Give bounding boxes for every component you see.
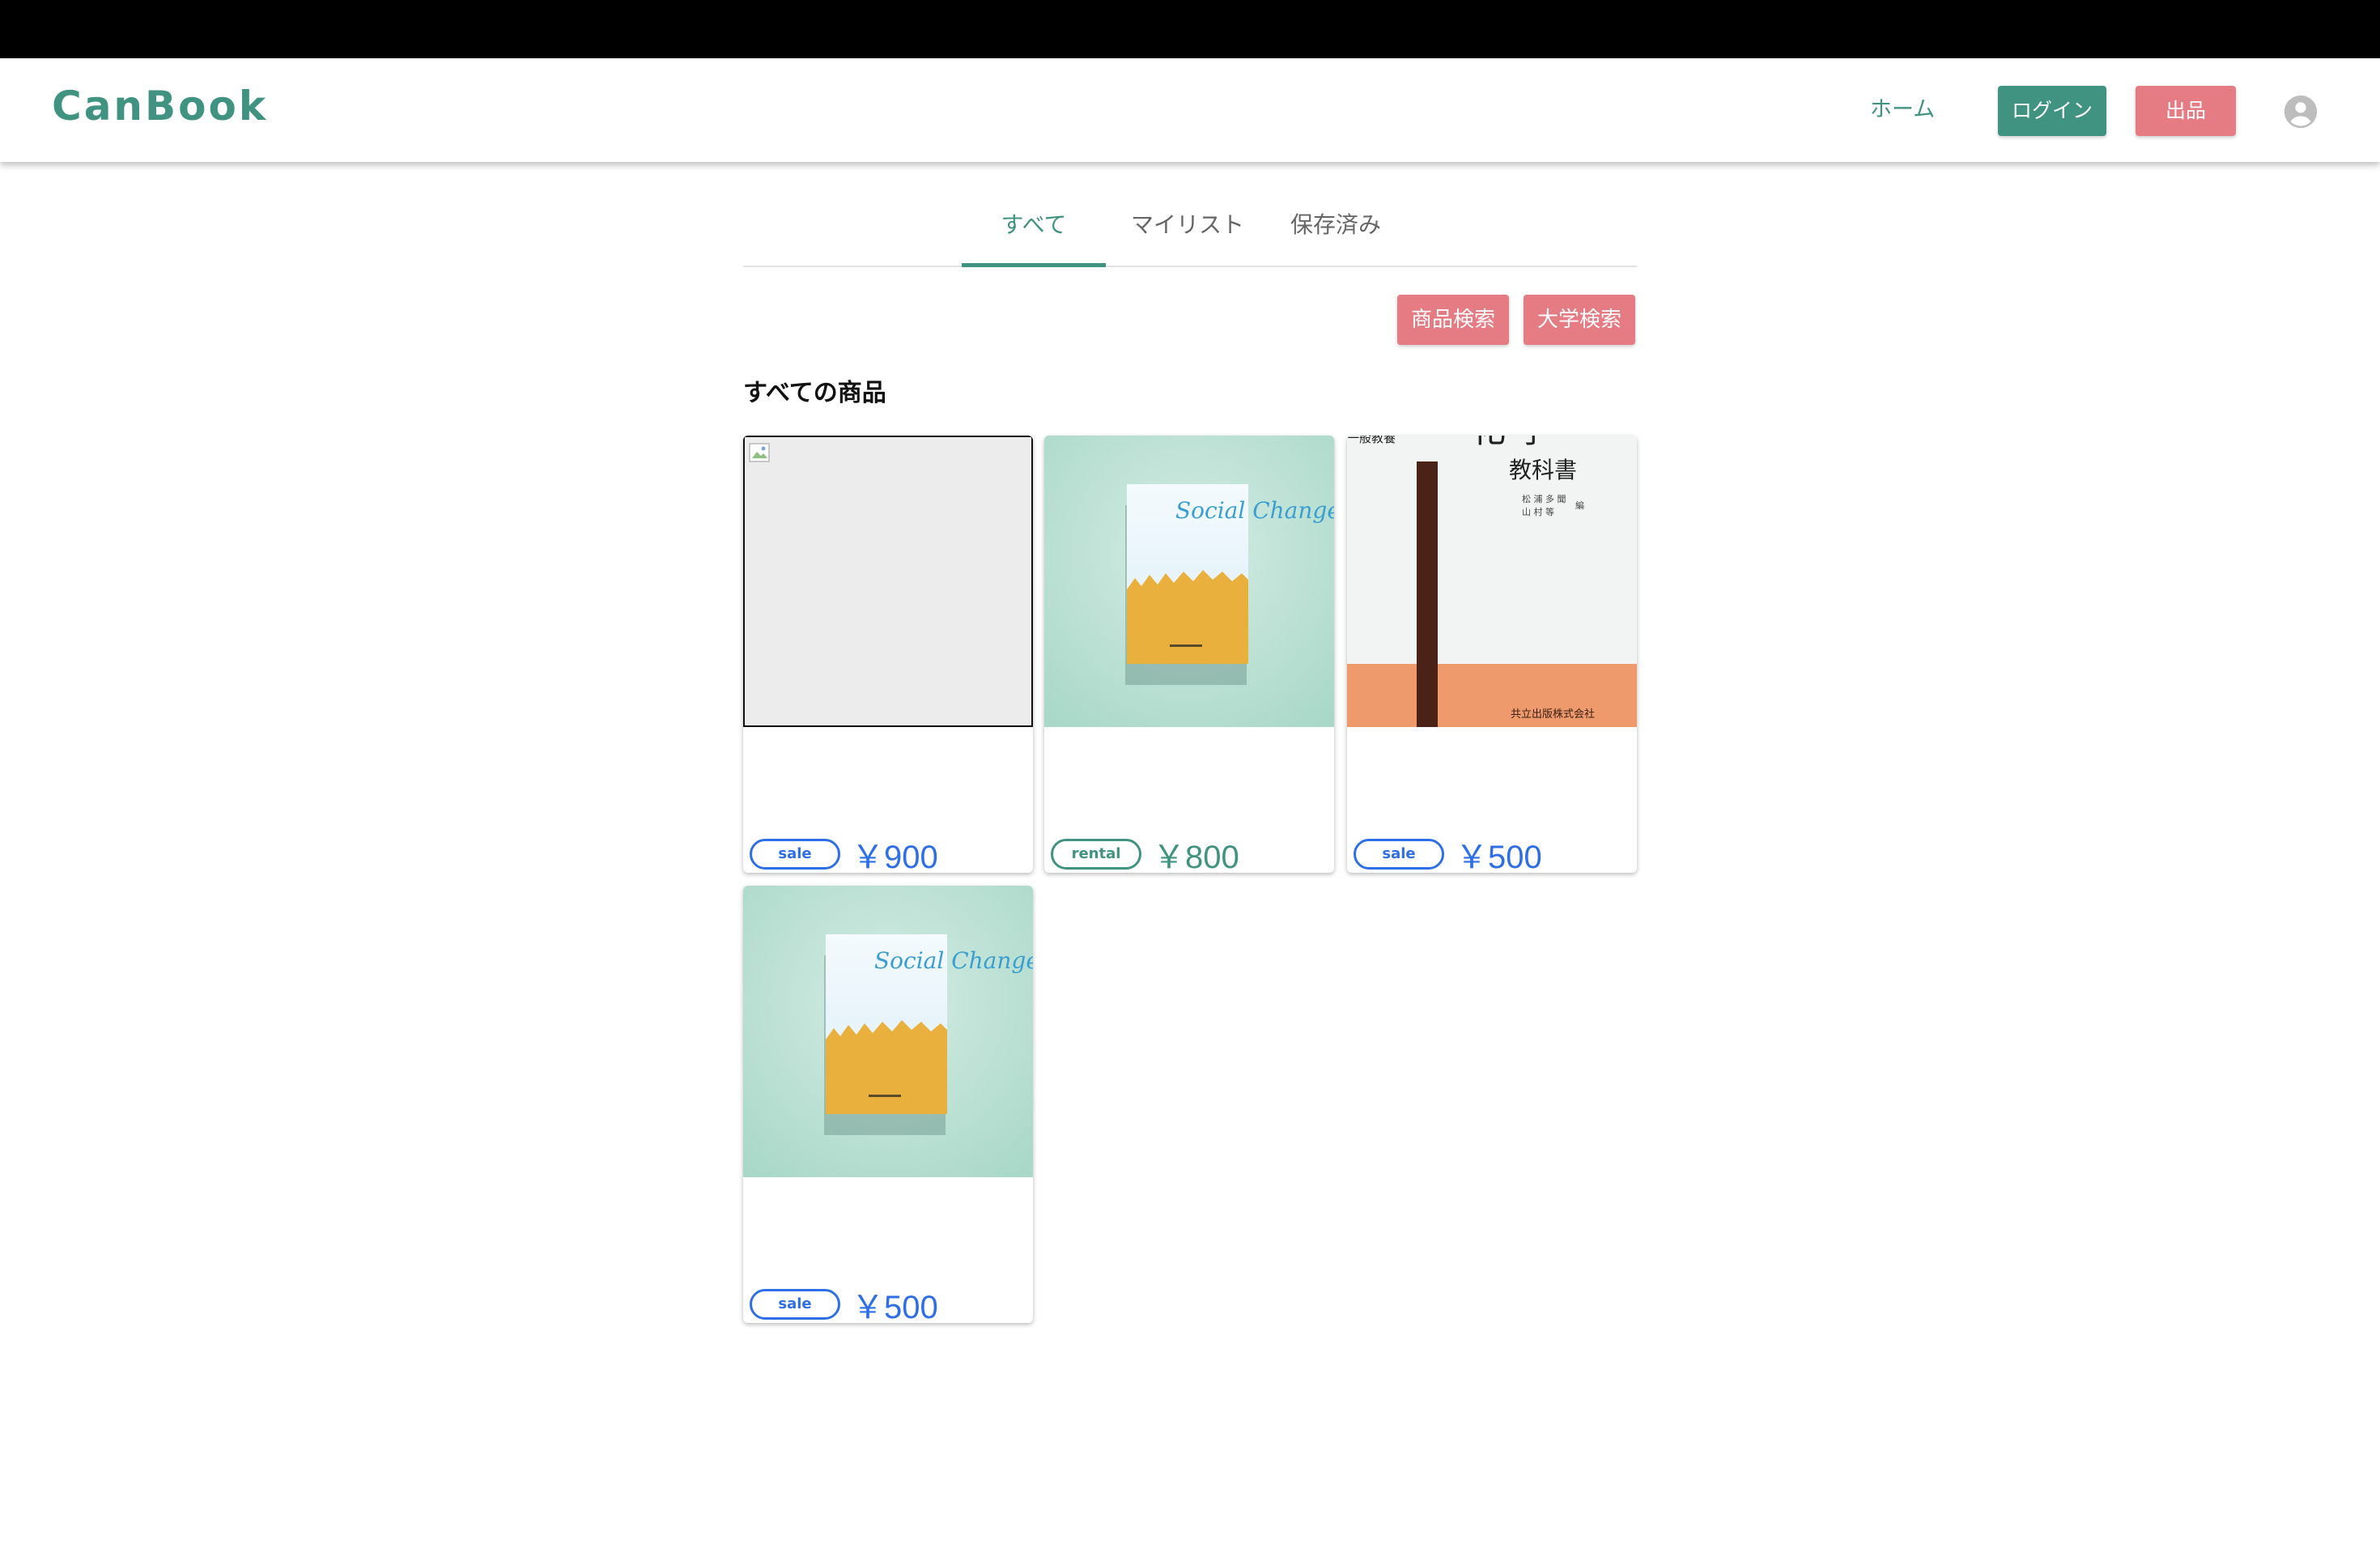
product-card[interactable]: Social Change sale ￥500 bbox=[743, 886, 1033, 1323]
price: ￥500 bbox=[1456, 840, 1542, 873]
sell-button[interactable]: 出品 bbox=[2136, 86, 2236, 136]
app-header: CanBook ホーム ログイン 出品 bbox=[0, 58, 2380, 162]
book-cover-title: Social Change bbox=[874, 947, 1033, 974]
book-title: 教科書 bbox=[1509, 457, 1577, 483]
product-card[interactable]: 一般教養 化 学 教科書 松 浦 多 聞 山 村 等 編 共立出版株式会社 sa… bbox=[1347, 436, 1637, 873]
tab-mylist[interactable]: マイリスト bbox=[1117, 194, 1258, 267]
book-author: 松 浦 多 聞 bbox=[1522, 493, 1566, 504]
book-publisher: 共立出版株式会社 bbox=[1511, 708, 1595, 721]
broken-image bbox=[743, 436, 1033, 727]
book-title-top: 化 学 bbox=[1472, 436, 1550, 450]
product-tabs: すべて マイリスト 保存済み bbox=[743, 194, 1637, 267]
nav-home-link[interactable]: ホーム bbox=[1870, 92, 1935, 128]
account-circle-icon[interactable] bbox=[2283, 94, 2318, 130]
broken-image-icon bbox=[749, 443, 770, 462]
app-logo[interactable]: CanBook bbox=[52, 83, 268, 130]
book-editor: 編 bbox=[1575, 500, 1584, 511]
product-card[interactable]: sale ￥900 bbox=[743, 436, 1033, 873]
product-image: Social Change bbox=[743, 886, 1033, 1177]
type-badge: sale bbox=[750, 839, 840, 870]
product-card[interactable]: Social Change rental ￥800 bbox=[1044, 436, 1334, 873]
product-search-button[interactable]: 商品検索 bbox=[1397, 295, 1509, 345]
section-title: すべての商品 bbox=[743, 379, 886, 407]
product-image bbox=[743, 436, 1033, 727]
type-badge: sale bbox=[1354, 839, 1444, 870]
tab-saved[interactable]: 保存済み bbox=[1269, 194, 1402, 267]
book-cover-title: Social Change bbox=[1175, 497, 1334, 524]
system-top-bar bbox=[0, 0, 2380, 58]
chemistry-textbook-image: 一般教養 化 学 教科書 松 浦 多 聞 山 村 等 編 共立出版株式会社 bbox=[1347, 436, 1637, 727]
tab-all[interactable]: すべて bbox=[962, 194, 1106, 267]
price: ￥900 bbox=[852, 840, 938, 873]
university-search-button[interactable]: 大学検索 bbox=[1524, 295, 1635, 345]
social-change-book-image: Social Change bbox=[1044, 436, 1334, 727]
product-image: 一般教養 化 学 教科書 松 浦 多 聞 山 村 等 編 共立出版株式会社 bbox=[1347, 436, 1637, 727]
price: ￥800 bbox=[1153, 840, 1239, 873]
product-image: Social Change bbox=[1044, 436, 1334, 727]
book-author: 山 村 等 bbox=[1522, 506, 1554, 517]
type-badge: rental bbox=[1051, 839, 1141, 870]
social-change-book-image: Social Change bbox=[743, 886, 1033, 1177]
login-button[interactable]: ログイン bbox=[1998, 86, 2106, 136]
book-series: 一般教養 bbox=[1347, 436, 1396, 445]
type-badge: sale bbox=[750, 1289, 840, 1320]
price: ￥500 bbox=[852, 1290, 938, 1323]
